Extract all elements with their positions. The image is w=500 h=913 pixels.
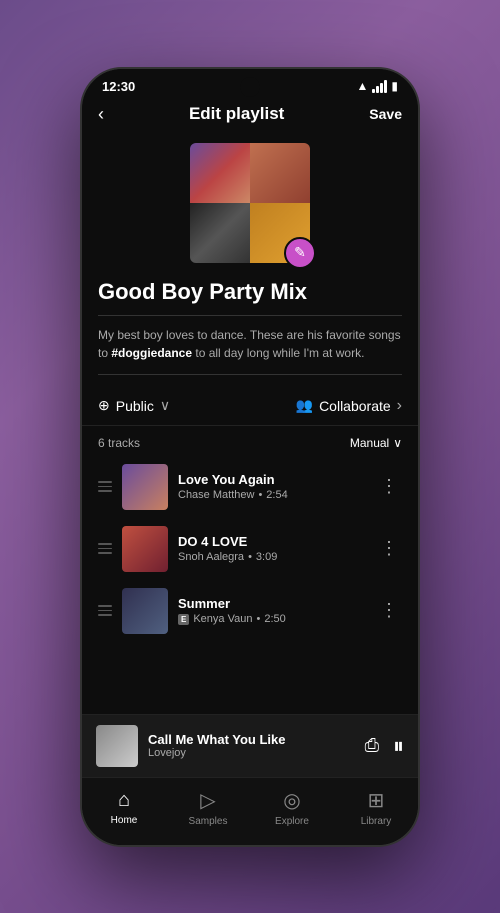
- track-name: Summer: [178, 596, 366, 611]
- save-button[interactable]: Save: [369, 106, 402, 122]
- samples-icon: ▷: [200, 788, 215, 813]
- now-playing-artist: Lovejoy: [148, 747, 355, 759]
- track-more-button[interactable]: ⋮: [376, 534, 402, 563]
- track-more-button[interactable]: ⋮: [376, 596, 402, 625]
- status-time: 12:30: [102, 79, 135, 94]
- cover-section: ✎: [82, 135, 418, 279]
- now-playing-title: Call Me What You Like: [148, 732, 355, 747]
- nav-item-home[interactable]: ⌂ Home: [94, 789, 154, 826]
- drag-handle[interactable]: [98, 605, 112, 616]
- people-icon: 👥: [296, 397, 313, 414]
- page-title: Edit playlist: [189, 104, 284, 124]
- edit-cover-button[interactable]: ✎: [284, 237, 316, 269]
- desc-suffix: to all day long while I'm at work.: [192, 346, 364, 360]
- track-separator: •: [248, 551, 252, 563]
- camera-notch: [240, 77, 260, 97]
- sort-chevron-icon: ∨: [393, 436, 402, 450]
- signal-icon: [372, 80, 387, 93]
- explore-icon: ◎: [283, 788, 300, 813]
- track-separator: •: [258, 489, 262, 501]
- chevron-right-icon: ›: [397, 397, 402, 415]
- hashtag[interactable]: #doggiedance: [111, 346, 192, 360]
- wifi-icon: ▲: [357, 79, 369, 93]
- options-row: ⊕ Public ∨ 👥 Collaborate ›: [82, 387, 418, 426]
- cast-button[interactable]: ⎙: [365, 735, 379, 756]
- track-art: [122, 526, 168, 572]
- track-artist: Snoh Aalegra: [178, 551, 244, 563]
- track-meta: E Kenya Vaun • 2:50: [178, 613, 366, 625]
- top-bar: ‹ Edit playlist Save: [82, 98, 418, 135]
- sort-label: Manual: [350, 436, 389, 450]
- nav-label-samples: Samples: [189, 816, 228, 827]
- cover-cell-3: [190, 203, 250, 263]
- track-duration: 2:54: [266, 489, 287, 501]
- track-duration: 2:50: [264, 613, 285, 625]
- track-info: DO 4 LOVE Snoh Aalegra • 3:09: [178, 534, 366, 563]
- nav-label-explore: Explore: [275, 816, 309, 827]
- track-item: DO 4 LOVE Snoh Aalegra • 3:09 ⋮: [82, 518, 418, 580]
- collaborate-label: Collaborate: [319, 398, 391, 414]
- cover-cell-1: [190, 143, 250, 203]
- pencil-icon: ✎: [294, 244, 306, 261]
- now-playing-art: [96, 725, 138, 767]
- home-icon: ⌂: [118, 789, 130, 812]
- bottom-nav: ⌂ Home ▷ Samples ◎ Explore ⊞ Library: [82, 777, 418, 845]
- track-info: Love You Again Chase Matthew • 2:54: [178, 472, 366, 501]
- track-info: Summer E Kenya Vaun • 2:50: [178, 596, 366, 625]
- nav-item-library[interactable]: ⊞ Library: [346, 788, 406, 827]
- playlist-name[interactable]: Good Boy Party Mix: [98, 279, 402, 316]
- now-playing-bar[interactable]: Call Me What You Like Lovejoy ⎙ ⏸: [82, 714, 418, 777]
- collaborate-option[interactable]: 👥 Collaborate ›: [296, 397, 402, 415]
- scroll-content: ✎ Good Boy Party Mix My best boy loves t…: [82, 135, 418, 714]
- cover-cell-2: [250, 143, 310, 203]
- playlist-info: Good Boy Party Mix My best boy loves to …: [82, 279, 418, 387]
- globe-icon: ⊕: [98, 397, 110, 414]
- pause-button[interactable]: ⏸: [393, 733, 404, 759]
- playlist-cover[interactable]: ✎: [190, 143, 310, 263]
- phone-frame: 12:30 ▲ ▮ ‹ Edit playlist Save: [80, 67, 420, 847]
- track-meta: Chase Matthew • 2:54: [178, 489, 366, 501]
- track-artist: Kenya Vaun: [193, 613, 252, 625]
- now-playing-controls: ⎙ ⏸: [365, 733, 404, 759]
- explicit-badge: E: [178, 614, 189, 625]
- back-arrow-icon: ‹: [98, 104, 104, 125]
- battery-icon: ▮: [391, 79, 398, 93]
- back-button[interactable]: ‹: [98, 104, 104, 125]
- playlist-description: My best boy loves to dance. These are hi…: [98, 326, 402, 375]
- track-name: Love You Again: [178, 472, 366, 487]
- sort-option[interactable]: Manual ∨: [350, 436, 402, 450]
- status-icons: ▲ ▮: [357, 79, 399, 93]
- tracks-count: 6 tracks: [98, 436, 140, 450]
- track-artist: Chase Matthew: [178, 489, 254, 501]
- nav-label-home: Home: [111, 815, 138, 826]
- chevron-down-icon: ∨: [160, 397, 170, 414]
- track-item: Summer E Kenya Vaun • 2:50 ⋮: [82, 580, 418, 642]
- nav-label-library: Library: [361, 816, 392, 827]
- nav-item-samples[interactable]: ▷ Samples: [178, 788, 238, 827]
- tracks-header: 6 tracks Manual ∨: [82, 426, 418, 456]
- nav-item-explore[interactable]: ◎ Explore: [262, 788, 322, 827]
- track-art: [122, 464, 168, 510]
- track-meta: Snoh Aalegra • 3:09: [178, 551, 366, 563]
- library-icon: ⊞: [368, 788, 385, 813]
- track-duration: 3:09: [256, 551, 277, 563]
- track-name: DO 4 LOVE: [178, 534, 366, 549]
- drag-handle[interactable]: [98, 481, 112, 492]
- track-more-button[interactable]: ⋮: [376, 472, 402, 501]
- track-separator: •: [256, 613, 260, 625]
- track-art: [122, 588, 168, 634]
- now-playing-info: Call Me What You Like Lovejoy: [148, 732, 355, 759]
- visibility-label: Public: [116, 398, 154, 414]
- track-item: Love You Again Chase Matthew • 2:54 ⋮: [82, 456, 418, 518]
- visibility-option[interactable]: ⊕ Public ∨: [98, 397, 170, 414]
- drag-handle[interactable]: [98, 543, 112, 554]
